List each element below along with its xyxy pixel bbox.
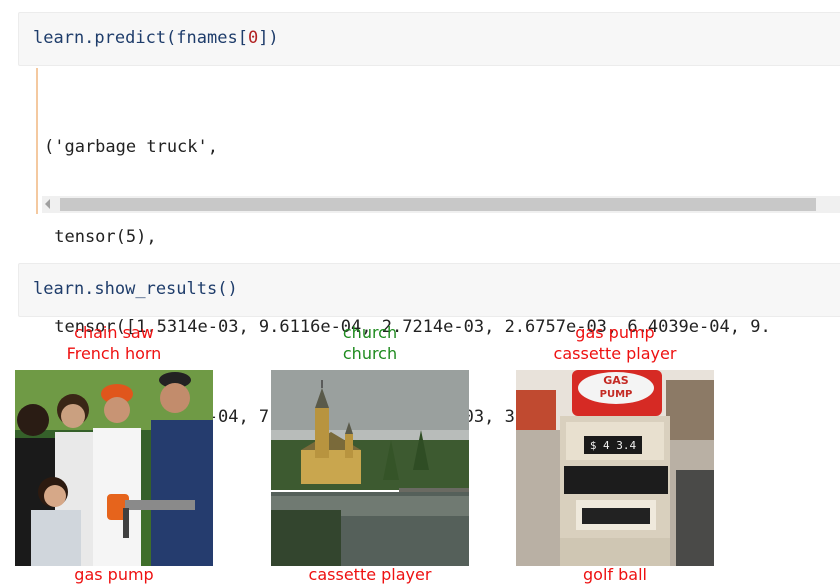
output-line: tensor(5), (44, 227, 157, 247)
code-line: learn.predict(fnames[0]) (33, 28, 279, 48)
actual-label: church (342, 323, 398, 342)
result-panel: church church cassette player (270, 322, 470, 584)
output-line: ('garbage truck', (44, 137, 218, 157)
code-cell-predict[interactable]: learn.predict(fnames[0]) (18, 12, 840, 66)
code-cell-show-results[interactable]: learn.show_results() (18, 263, 840, 317)
output-prompt-bar (36, 68, 38, 214)
predicted-label: French horn (66, 344, 162, 363)
next-actual-label: golf ball (583, 565, 647, 584)
result-image-people-chainsaw (15, 370, 213, 566)
result-panel: gas pump cassette player GAS PUMP $ 4 3.… (515, 322, 715, 584)
sign-text-gas: GAS (603, 374, 629, 387)
next-actual-label: cassette player (308, 565, 432, 584)
result-image-church (271, 370, 469, 566)
result-image-gas-pump: GAS PUMP $ 4 3.4 (516, 370, 714, 566)
predicted-label: cassette player (553, 344, 677, 363)
result-panel: chain saw French horn gas pump (14, 322, 214, 584)
pump-display-text: $ 4 3.4 (590, 439, 637, 452)
code-index: 0 (247, 28, 259, 48)
predicted-label: church (342, 344, 398, 363)
cell-output: ('garbage truck', tensor(5), tensor([1.5… (36, 68, 840, 427)
next-actual-label: gas pump (74, 565, 154, 584)
scroll-left-icon[interactable] (45, 199, 50, 209)
actual-label: chain saw (74, 323, 154, 342)
sign-text-pump: PUMP (600, 389, 633, 400)
code-line: learn.show_results() (33, 279, 238, 299)
scrollbar-thumb[interactable] (60, 198, 816, 211)
actual-label: gas pump (575, 323, 655, 342)
horizontal-scrollbar[interactable] (42, 196, 840, 213)
